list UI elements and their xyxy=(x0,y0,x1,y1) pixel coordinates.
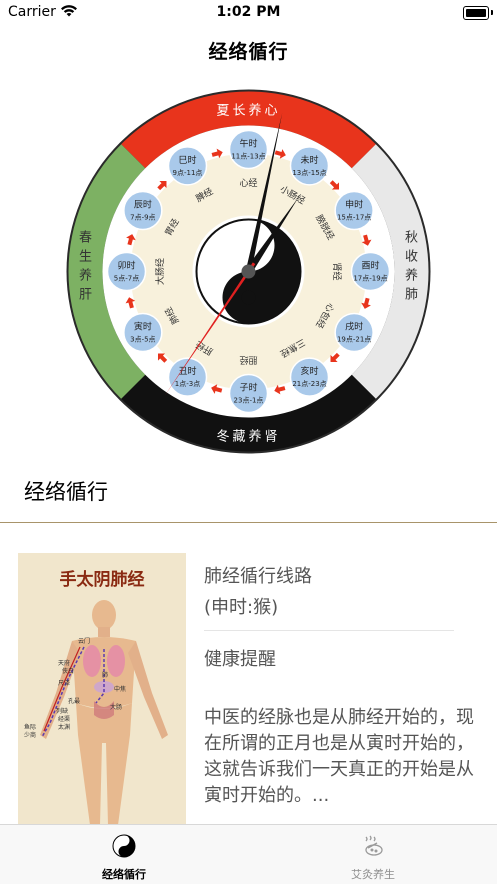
svg-text:云门: 云门 xyxy=(78,637,90,645)
svg-text:肺: 肺 xyxy=(102,672,108,679)
svg-text:经渠: 经渠 xyxy=(58,715,70,723)
svg-text:大肠: 大肠 xyxy=(110,703,122,711)
section-divider xyxy=(0,522,497,523)
battery-cap xyxy=(491,10,493,15)
hour-bubble: 辰时 7点-9点 xyxy=(123,190,163,231)
meridian-clock-graphic: 夏长养心冬藏养肾秋收养肺春生养肝心经小肠经膀胱经肾经心包经三焦经胆经肝经肺经大肠… xyxy=(66,89,431,454)
meridian-label: 肾经 xyxy=(331,262,343,280)
svg-text:尺泽: 尺泽 xyxy=(58,679,70,687)
hour-range: 15点-17点 xyxy=(337,214,371,222)
hour-name: 未时 xyxy=(300,154,318,166)
svg-text:列缺: 列缺 xyxy=(56,707,68,715)
lung-meridian-figure: 手太阴肺经 云门 天府 侠白 尺泽 孔最 列缺 经渠 太渊 鱼际 少商 肺 中焦… xyxy=(18,553,186,825)
meridian-label: 大肠经 xyxy=(154,258,166,285)
status-time: 1:02 PM xyxy=(216,4,281,20)
tab-meridian-route[interactable]: 经络循行 xyxy=(0,825,248,884)
hour-bubble: 亥时 21点-23点 xyxy=(289,357,330,397)
svg-text:中焦: 中焦 xyxy=(114,685,126,693)
hour-name: 子时 xyxy=(239,382,257,394)
yin-yang-icon xyxy=(112,834,136,858)
hour-range: 1点-3点 xyxy=(175,380,200,388)
hour-range: 13点-15点 xyxy=(292,169,326,177)
card-heading: 肺经循行线路 xyxy=(204,566,312,587)
hour-name: 巳时 xyxy=(178,154,196,166)
svg-text:鱼际: 鱼际 xyxy=(24,723,36,731)
hour-name: 亥时 xyxy=(300,365,318,377)
card-subheading: (申时:猴) xyxy=(204,597,279,618)
season-label-top: 夏长养心 xyxy=(216,103,280,119)
meridian-clock[interactable]: 夏长养心 冬藏养肾 秋收养肺 春生养肝 心经 小肠经 膀胱经 肾经 心包经 三焦经 胆经 肝经 肺经 大肠… xyxy=(65,88,432,455)
image-title: 手太阴肺经 xyxy=(60,569,145,590)
svg-text:孔最: 孔最 xyxy=(68,697,80,705)
meridian-label: 心经 xyxy=(239,177,257,189)
hour-bubble: 酉时 17点-19点 xyxy=(350,251,391,292)
hour-name: 酉时 xyxy=(361,260,379,272)
hour-name: 寅时 xyxy=(134,321,152,333)
hour-bubble: 午时 11点-13点 xyxy=(228,129,269,170)
svg-text:侠白: 侠白 xyxy=(62,667,74,675)
hour-bubble: 丑时1点-3点 xyxy=(167,357,208,397)
battery-icon xyxy=(463,6,489,20)
svg-text:少商: 少商 xyxy=(24,731,36,739)
hour-range: 21点-23点 xyxy=(292,380,326,388)
card-separator xyxy=(204,630,454,631)
hour-range: 7点-9点 xyxy=(130,214,155,222)
hour-bubble: 寅时 3点-5点 xyxy=(123,312,163,353)
reminder-body: 中医的经脉也是从肺经开始的，现在所谓的正月也是从寅时开始的，这就告诉我们一天真正… xyxy=(204,707,474,806)
hour-bubble: 戌时 19点-21点 xyxy=(334,312,374,353)
nav-title: 经络循行 xyxy=(208,41,289,63)
season-label-bottom: 冬藏养肾 xyxy=(216,429,280,445)
hour-bubble: 未时 13点-15点 xyxy=(289,146,330,186)
hour-name: 戌时 xyxy=(345,321,363,333)
hour-name: 辰时 xyxy=(134,199,152,211)
hour-bubble: 子时 23点-1点 xyxy=(228,373,269,414)
tab-bar: 经络循行 艾灸养生 xyxy=(0,824,497,884)
svg-text:天府: 天府 xyxy=(58,659,70,667)
hour-name: 卯时 xyxy=(117,260,135,272)
hour-bubble: 巳时 9点-11点 xyxy=(167,146,208,186)
hour-range: 19点-21点 xyxy=(337,336,371,344)
status-bar: Carrier 1:02 PM xyxy=(0,0,497,26)
hour-range: 23点-1点 xyxy=(234,397,264,405)
moxibustion-icon xyxy=(361,834,385,858)
hour-range: 9点-11点 xyxy=(173,169,203,177)
tab-label: 艾灸养生 xyxy=(351,868,395,881)
reminder-title: 健康提醒 xyxy=(204,649,276,670)
hour-name: 申时 xyxy=(345,199,363,211)
meridian-illustration[interactable]: 手太阴肺经 云门 天府 侠白 尺泽 孔最 列缺 经渠 太渊 鱼际 少商 肺 中焦… xyxy=(18,553,186,825)
tab-moxibustion[interactable]: 艾灸养生 xyxy=(249,825,497,884)
hour-bubble: 卯时 5点-7点 xyxy=(106,251,147,292)
svg-text:太渊: 太渊 xyxy=(58,723,70,731)
hour-name: 午时 xyxy=(239,138,257,150)
hour-range: 5点-7点 xyxy=(114,275,139,283)
meridian-label: 胆经 xyxy=(239,354,257,366)
hour-bubble: 申时 15点-17点 xyxy=(334,190,374,231)
hand-pivot xyxy=(241,264,256,279)
hour-range: 3点-5点 xyxy=(130,336,155,344)
hour-range: 17点-19点 xyxy=(353,275,387,283)
tab-label: 经络循行 xyxy=(102,868,146,881)
hour-range: 11点-13点 xyxy=(231,153,265,161)
section-title: 经络循行 xyxy=(24,480,108,504)
